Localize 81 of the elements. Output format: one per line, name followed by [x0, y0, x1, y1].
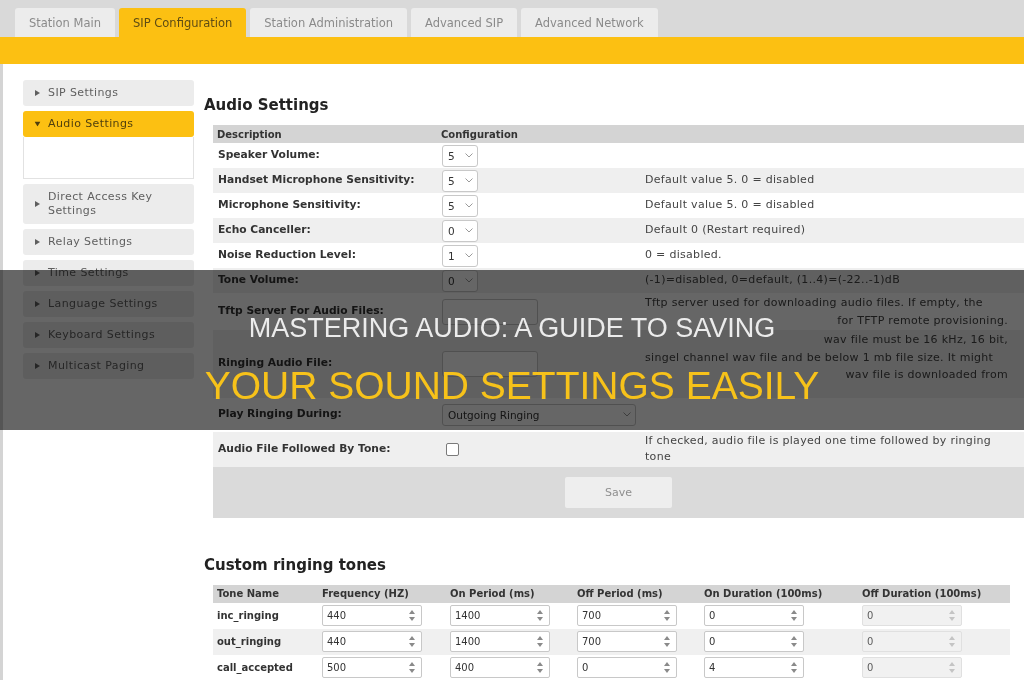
column-header: On Period (ms): [450, 588, 535, 599]
chevron-down-icon: [465, 278, 473, 283]
column-header: Tone Name: [217, 588, 280, 599]
number-input[interactable]: 700: [577, 631, 677, 652]
number-input[interactable]: 500: [322, 657, 422, 678]
spinner-icon: [791, 636, 797, 647]
setting-label: Ringing Audio File:: [218, 358, 333, 370]
spinner-icon: [664, 662, 670, 673]
chevron-down-icon: [465, 178, 473, 183]
spinner-icon: [409, 662, 415, 673]
setting-note: singel channel wav file and be below 1 mb file size. It might: [645, 349, 994, 366]
value-dropdown[interactable]: 5: [442, 194, 478, 217]
banner-headline: MASTERING AUDIO: A GUIDE TO SAVING: [248, 318, 776, 339]
number-input[interactable]: 1400: [450, 605, 550, 626]
setting-label: Noise Reduction Level:: [218, 250, 356, 261]
setting-note: Tftp server used for downloading audio files. If empty, the: [645, 295, 983, 311]
spinner-icon: [537, 636, 543, 647]
section-heading: Custom ringing tones: [204, 555, 386, 574]
number-input[interactable]: 0: [704, 605, 804, 626]
tone-name: inc_ringing: [216, 610, 279, 621]
value-dropdown[interactable]: 5: [442, 144, 478, 167]
setting-note: wav file is downloaded from: [845, 367, 1008, 383]
banner-headline: YOUR SOUND SETTINGS EASILY: [204, 371, 820, 401]
chevron-down-icon: [465, 253, 473, 258]
setting-note: Default 0 (Restart required): [645, 222, 807, 239]
sidebar-item[interactable]: Relay Settings: [23, 229, 194, 255]
setting-note: for TFTP remote provisioning.: [837, 312, 1008, 329]
tone-name: call_accepted: [216, 662, 293, 673]
setting-label: Tftp Server For Audio Files:: [218, 306, 384, 317]
spinner-icon: [537, 662, 543, 673]
spinner-icon: [664, 610, 670, 621]
spinner-icon: [664, 636, 670, 647]
setting-label: Echo Canceller:: [218, 225, 311, 236]
column-header: Frequency (HZ): [322, 588, 409, 599]
number-input[interactable]: 1400: [450, 631, 550, 652]
chevron-down-icon: [465, 203, 473, 208]
spinner-icon: [409, 610, 415, 621]
spinner-icon: [409, 636, 415, 647]
setting-label: Play Ringing During:: [218, 409, 342, 420]
setting-label: Handset Microphone Sensitivity:: [218, 175, 415, 186]
setting-note: wav file must be 16 kHz, 16 bit,: [823, 332, 1008, 348]
setting-note: Default value 5. 0 = disabled: [645, 172, 816, 189]
sidebar-item[interactable]: SIP Settings: [23, 80, 194, 106]
sidebar-item[interactable]: Direct Access Key Settings: [23, 184, 194, 224]
column-header: Off Duration (100ms): [862, 588, 982, 599]
spinner-icon: [949, 636, 955, 647]
number-input[interactable]: 0: [704, 631, 804, 652]
value-dropdown[interactable]: 0: [442, 219, 478, 242]
setting-label: Tone Volume:: [218, 275, 299, 286]
column-header: On Duration (100ms): [704, 588, 823, 599]
chevron-down-icon: [465, 153, 473, 158]
section-heading: Audio Settings: [204, 96, 329, 114]
number-input[interactable]: 0: [577, 657, 677, 678]
number-input[interactable]: 440: [322, 631, 422, 652]
setting-label: Audio File Followed By Tone:: [218, 443, 391, 455]
tone-name: out_ringing: [216, 636, 282, 647]
value-dropdown[interactable]: 1: [442, 244, 478, 267]
spinner-icon: [537, 610, 543, 621]
setting-label: Speaker Volume:: [218, 150, 320, 161]
number-input[interactable]: 400: [450, 657, 550, 678]
setting-note: 0 = disabled.: [645, 247, 723, 264]
number-input[interactable]: 440: [322, 605, 422, 626]
spinner-icon: [949, 610, 955, 621]
chevron-down-icon: [465, 228, 473, 233]
setting-note: (-1)=disabled, 0=default, (1..4)=(-22..-1)dB: [645, 272, 901, 289]
checkbox[interactable]: [446, 442, 459, 456]
column-header: Description: [217, 128, 282, 140]
nav-tab[interactable]: SIP Configuration: [119, 8, 247, 37]
setting-note: Default value 5. 0 = disabled: [645, 197, 816, 214]
column-header: Off Period (ms): [577, 588, 663, 599]
spinner-icon: [791, 662, 797, 673]
spinner-icon: [949, 662, 955, 673]
spinner-icon: [791, 610, 797, 621]
chevron-down-icon: [623, 412, 631, 417]
number-input[interactable]: 4: [704, 657, 804, 678]
setting-label: Microphone Sensitivity:: [218, 200, 361, 211]
value-dropdown[interactable]: 5: [442, 169, 478, 192]
column-header: Configuration: [441, 128, 518, 140]
setting-note: If checked, audio file is played one time followed by ringing tone: [645, 432, 993, 465]
sidebar-item[interactable]: Audio Settings: [23, 111, 194, 137]
number-input[interactable]: 700: [577, 605, 677, 626]
